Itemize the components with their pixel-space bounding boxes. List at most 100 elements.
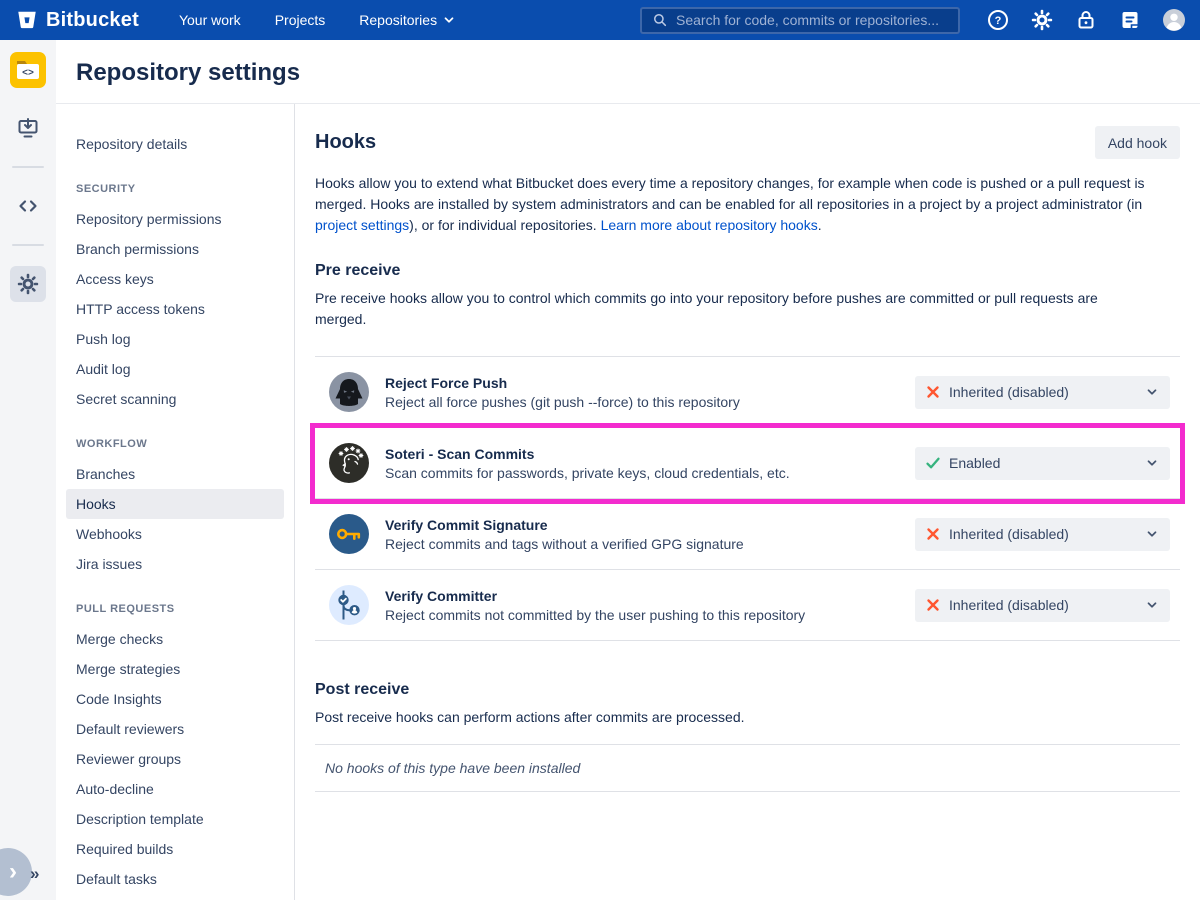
nav-icon-group: ? — [986, 8, 1186, 32]
pre-receive-title: Pre receive — [315, 262, 1180, 280]
post-receive-title: Post receive — [315, 681, 1180, 699]
sidebar-item-webhooks[interactable]: Webhooks — [66, 519, 284, 549]
global-search[interactable] — [640, 7, 960, 34]
settings-gear-icon[interactable] — [10, 266, 46, 302]
repository-avatar-icon[interactable]: <> — [10, 52, 46, 88]
hook-description: Reject all force pushes (git push --forc… — [385, 394, 915, 410]
hook-row-verify-committer: Verify Committer Reject commits not commi… — [315, 570, 1180, 641]
committer-hook-avatar-icon — [329, 585, 369, 625]
post-receive-description: Post receive hooks can perform actions a… — [315, 707, 1145, 728]
nav-your-work[interactable]: Your work — [179, 12, 241, 28]
nav-repositories[interactable]: Repositories — [359, 12, 456, 28]
sidebar-item-reviewer-groups[interactable]: Reviewer groups — [66, 744, 284, 774]
admin-gear-icon[interactable] — [1030, 8, 1054, 32]
nav-projects[interactable]: Projects — [275, 12, 326, 28]
sidebar-section-security: SECURITY — [66, 174, 284, 204]
rail-divider — [12, 166, 44, 168]
help-icon[interactable]: ? — [986, 8, 1010, 32]
sidebar-item-hooks[interactable]: Hooks — [66, 489, 284, 519]
page-title: Repository settings — [76, 59, 1200, 87]
post-receive-empty-state: No hooks of this type have been installe… — [315, 744, 1180, 792]
svg-text:<>: <> — [22, 68, 34, 79]
hook-row-reject-force-push: Reject Force Push Reject all force pushes… — [315, 357, 1180, 428]
sidebar-item-description-template[interactable]: Description template — [66, 804, 284, 834]
icon-rail: <> › » — [0, 40, 56, 900]
status-label: Inherited (disabled) — [949, 384, 1136, 400]
hook-name: Soteri - Scan Commits — [385, 446, 915, 462]
lock-icon[interactable] — [1074, 8, 1098, 32]
hook-row-verify-commit-signature: Verify Commit Signature Reject commits an… — [315, 499, 1180, 570]
sidebar-item-repository-details[interactable]: Repository details — [66, 129, 284, 159]
sidebar-item-http-access-tokens[interactable]: HTTP access tokens — [66, 294, 284, 324]
soteri-hook-avatar-icon — [329, 443, 369, 483]
bitbucket-bucket-icon — [16, 9, 38, 31]
sidebar-item-branches[interactable]: Branches — [66, 459, 284, 489]
sidebar-item-secret-scanning[interactable]: Secret scanning — [66, 384, 284, 414]
chevron-down-icon — [1144, 384, 1160, 400]
hook-description: Reject commits and tags without a verifi… — [385, 536, 915, 552]
user-avatar[interactable] — [1162, 8, 1186, 32]
sidebar-item-repository-permissions[interactable]: Repository permissions — [66, 204, 284, 234]
hook-status-dropdown-soteri-scan-commits[interactable]: Enabled — [915, 447, 1170, 480]
page-header: Repository settings — [56, 40, 1200, 104]
source-code-icon[interactable] — [10, 188, 46, 224]
hook-name: Verify Committer — [385, 588, 915, 604]
main-content: Hooks Add hook Hooks allow you to extend… — [295, 104, 1200, 900]
sidebar-item-auto-decline[interactable]: Auto-decline — [66, 774, 284, 804]
page: Repository settings Repository details SE… — [56, 40, 1200, 900]
sidebar-item-default-reviewers[interactable]: Default reviewers — [66, 714, 284, 744]
sidebar-item-branch-permissions[interactable]: Branch permissions — [66, 234, 284, 264]
sidebar-item-audit-log[interactable]: Audit log — [66, 354, 284, 384]
notes-board-icon[interactable] — [1118, 8, 1142, 32]
sidebar-section-pull-requests: PULL REQUESTS — [66, 594, 284, 624]
clone-monitor-icon[interactable] — [10, 110, 46, 146]
hook-name: Verify Commit Signature — [385, 517, 915, 533]
chevron-down-icon — [1144, 597, 1160, 613]
hook-status-dropdown-verify-committer[interactable]: Inherited (disabled) — [915, 589, 1170, 622]
search-icon — [651, 11, 669, 29]
learn-more-link[interactable]: Learn more about repository hooks — [601, 217, 818, 233]
sidebar-expand: › » — [0, 844, 56, 900]
sidebar-item-access-keys[interactable]: Access keys — [66, 264, 284, 294]
hooks-intro: Hooks allow you to extend what Bitbucket… — [315, 173, 1180, 236]
hook-status-dropdown-reject-force-push[interactable]: Inherited (disabled) — [915, 376, 1170, 409]
svg-text:?: ? — [995, 15, 1002, 27]
sidebar-item-merge-strategies[interactable]: Merge strategies — [66, 654, 284, 684]
sidebar-item-push-log[interactable]: Push log — [66, 324, 284, 354]
sidebar-item-jira-issues[interactable]: Jira issues — [66, 549, 284, 579]
add-hook-button[interactable]: Add hook — [1095, 126, 1180, 159]
sidebar-item-code-insights[interactable]: Code Insights — [66, 684, 284, 714]
chevron-down-icon — [442, 13, 456, 27]
bitbucket-logo[interactable]: Bitbucket — [16, 9, 139, 32]
hook-name: Reject Force Push — [385, 375, 915, 391]
sidebar-section-workflow: WORKFLOW — [66, 429, 284, 459]
expand-circle-button[interactable]: › — [0, 848, 32, 896]
hook-description: Reject commits not committed by the user… — [385, 607, 915, 623]
status-label: Inherited (disabled) — [949, 597, 1136, 613]
chevron-down-icon — [1144, 455, 1160, 471]
sidebar-item-default-tasks[interactable]: Default tasks — [66, 864, 284, 894]
settings-nav: Repository details SECURITYRepository per… — [56, 104, 295, 900]
hooks-title: Hooks — [315, 131, 376, 154]
top-nav: Bitbucket Your work Projects Repositorie… — [0, 0, 1200, 40]
sidebar-item-required-builds[interactable]: Required builds — [66, 834, 284, 864]
status-label: Enabled — [949, 455, 1136, 471]
search-input[interactable] — [676, 12, 949, 28]
project-settings-link[interactable]: project settings — [315, 217, 409, 233]
status-label: Inherited (disabled) — [949, 526, 1136, 542]
sidebar-item-merge-checks[interactable]: Merge checks — [66, 624, 284, 654]
rail-divider — [12, 244, 44, 246]
hook-row-soteri-scan-commits: Soteri - Scan Commits Scan commits for pa… — [315, 428, 1180, 499]
bitbucket-app: Bitbucket Your work Projects Repositorie… — [0, 0, 1200, 900]
hook-description: Scan commits for passwords, private keys… — [385, 465, 915, 481]
primary-nav: Your work Projects Repositories — [179, 12, 456, 28]
chevron-down-icon — [1144, 526, 1160, 542]
check-icon — [925, 455, 941, 471]
brand-name: Bitbucket — [46, 9, 139, 32]
x-icon — [925, 526, 941, 542]
expand-chevrons-icon: » — [30, 864, 39, 884]
pre-receive-description: Pre receive hooks allow you to control w… — [315, 288, 1145, 330]
vader-hook-avatar-icon — [329, 372, 369, 412]
pre-receive-hook-list: Reject Force Push Reject all force pushes… — [315, 356, 1180, 641]
hook-status-dropdown-verify-commit-signature[interactable]: Inherited (disabled) — [915, 518, 1170, 551]
